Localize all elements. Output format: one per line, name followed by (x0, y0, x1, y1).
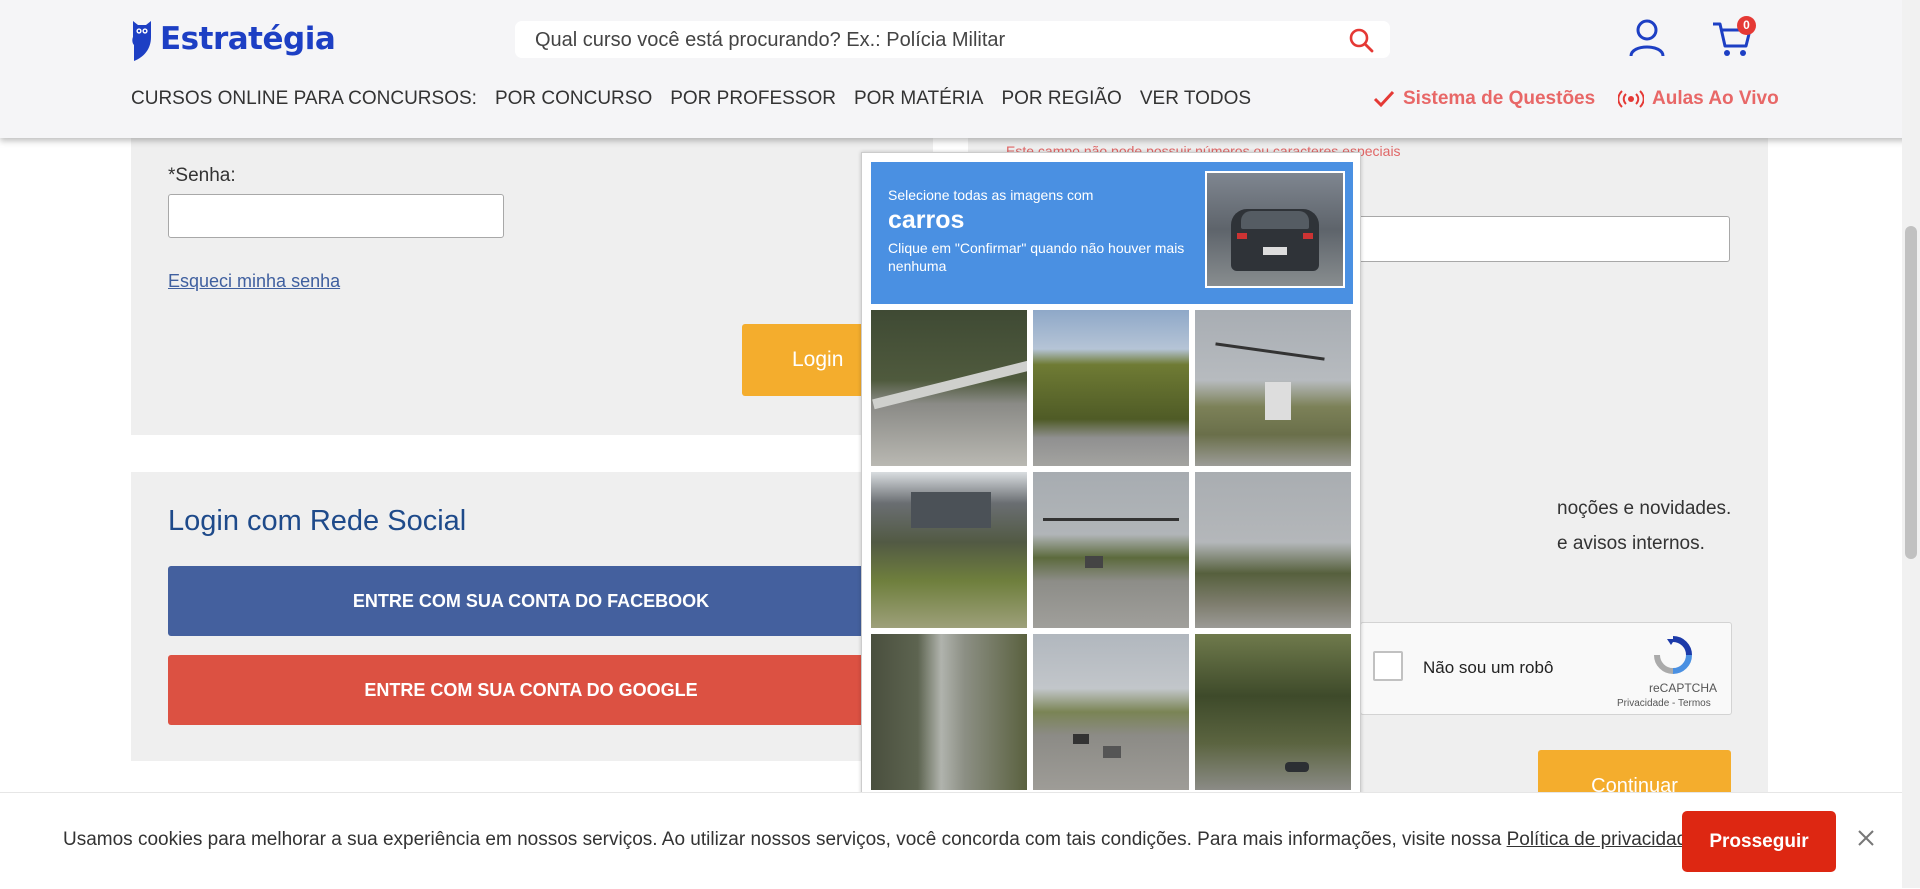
nav-item-por-concurso[interactable]: POR CONCURSO (495, 88, 652, 110)
recaptcha-checkbox[interactable] (1373, 651, 1403, 681)
cart-count-badge: 0 (1737, 16, 1756, 35)
captcha-challenge: Selecione todas as imagens com carros Cl… (861, 152, 1361, 814)
recaptcha-label: Não sou um robô (1423, 658, 1554, 677)
search-input[interactable] (533, 21, 1337, 60)
captcha-instruction: Selecione todas as imagens com (888, 187, 1094, 203)
live-broadcast-icon (1618, 90, 1644, 108)
nav-item-ver-todos[interactable]: VER TODOS (1140, 88, 1251, 110)
captcha-hint: Clique em "Confirmar" quando não houver … (888, 240, 1185, 274)
main-nav: CURSOS ONLINE PARA CONCURSOS: POR CONCUR… (131, 88, 1269, 110)
notice-option-label: e avisos internos. (1557, 533, 1705, 554)
user-icon[interactable] (1628, 18, 1666, 58)
logo[interactable]: Estratégia (130, 16, 336, 62)
captcha-tile[interactable] (871, 310, 1027, 466)
captcha-tile[interactable] (871, 634, 1027, 790)
google-login-button[interactable]: ENTRE COM SUA CONTA DO GOOGLE (168, 655, 894, 725)
captcha-example-image (1205, 171, 1345, 288)
checkmark-icon (1373, 90, 1395, 108)
recaptcha-brand: reCAPTCHA (1649, 681, 1718, 695)
search-icon[interactable] (1348, 27, 1374, 53)
recaptcha-links[interactable]: Privacidade - Termos (1617, 698, 1711, 709)
search-bar (515, 21, 1390, 60)
nav-lead-label: CURSOS ONLINE PARA CONCURSOS: (131, 88, 477, 109)
captcha-tile[interactable] (1033, 472, 1189, 628)
owl-logo-icon (132, 21, 151, 61)
recaptcha-widget: Não sou um robô reCAPTCHA Privacidade - … (1360, 622, 1732, 715)
captcha-tile[interactable] (871, 472, 1027, 628)
nav-item-por-materia[interactable]: POR MATÉRIA (854, 88, 984, 110)
cookie-message-text: Usamos cookies para melhorar a sua exper… (63, 829, 1507, 850)
captcha-tile[interactable] (1195, 310, 1351, 466)
captcha-tile[interactable] (1195, 634, 1351, 790)
password-field[interactable] (168, 194, 504, 238)
cookie-message: Usamos cookies para melhorar a sua exper… (63, 829, 1703, 851)
promo-option-label: noções e novidades. (1557, 498, 1732, 519)
captcha-image-grid (871, 310, 1351, 790)
sistema-questoes-label: Sistema de Questões (1403, 88, 1596, 109)
aulas-ao-vivo-link[interactable]: Aulas Ao Vivo (1618, 88, 1779, 110)
cookie-accept-button[interactable]: Prosseguir (1682, 811, 1836, 872)
recaptcha-logo-icon (1654, 636, 1692, 674)
sistema-questoes-link[interactable]: Sistema de Questões (1373, 88, 1595, 110)
nav-item-por-regiao[interactable]: POR REGIÃO (1001, 88, 1121, 110)
captcha-target: carros (888, 206, 965, 234)
captcha-tile[interactable] (1033, 310, 1189, 466)
aulas-ao-vivo-label: Aulas Ao Vivo (1652, 88, 1779, 109)
captcha-tile[interactable] (1033, 634, 1189, 790)
privacy-policy-link[interactable]: Política de privacidade (1507, 829, 1698, 850)
page-scrollbar[interactable] (1902, 0, 1920, 888)
scrollbar-thumb[interactable] (1905, 226, 1917, 559)
captcha-header: Selecione todas as imagens com carros Cl… (871, 162, 1353, 304)
cookie-banner: Usamos cookies para melhorar a sua exper… (0, 792, 1920, 889)
facebook-login-button[interactable]: ENTRE COM SUA CONTA DO FACEBOOK (168, 566, 894, 636)
cart-button[interactable]: 0 (1710, 16, 1758, 60)
forgot-password-link[interactable]: Esqueci minha senha (168, 271, 340, 292)
social-login-title: Login com Rede Social (168, 505, 467, 537)
password-label: *Senha: (168, 165, 236, 186)
site-header: Estratégia 0 CURSOS ONLINE PARA CONCURSO… (0, 0, 1920, 138)
captcha-tile[interactable] (1195, 472, 1351, 628)
close-icon[interactable] (1854, 826, 1878, 850)
logo-text: Estratégia (160, 21, 336, 57)
nav-item-por-professor[interactable]: POR PROFESSOR (670, 88, 836, 110)
